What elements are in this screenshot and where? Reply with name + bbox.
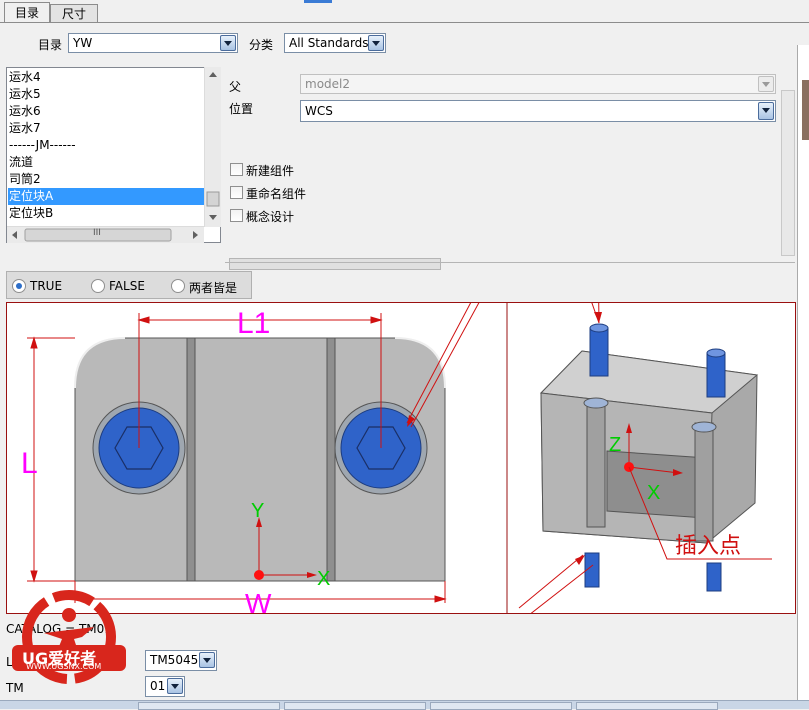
ls-select-value: TM5045 (150, 653, 199, 667)
tab-strip-divider (0, 22, 809, 23)
chevron-down-icon[interactable] (220, 35, 236, 51)
insert-point-label: 插入点 (675, 534, 741, 559)
axis-z-label: Z (609, 434, 621, 456)
dim-l1-label: L1 (237, 307, 270, 340)
settings-divider (225, 262, 795, 263)
scrollbar-arrows-icon (12, 228, 198, 242)
scrollbar-arrows-icon (206, 72, 220, 220)
radio-true[interactable] (12, 279, 26, 293)
position-select[interactable]: WCS (300, 100, 776, 122)
list-item-selected[interactable]: 定位块A (8, 188, 205, 205)
catalog-label: 目录 (38, 38, 63, 52)
chevron-down-icon[interactable] (368, 35, 384, 51)
position-label: 位置 (229, 102, 254, 116)
dim-l-label: L (21, 447, 38, 480)
rename-component-label: 重命名组件 (246, 187, 307, 201)
window-accent (304, 0, 332, 3)
front-view (74, 337, 446, 582)
list-item[interactable]: 司筒2 (9, 171, 41, 188)
taskbar-button[interactable] (284, 702, 426, 710)
iso-axis-x-label: X (647, 482, 660, 504)
catalog-select[interactable]: YW (68, 33, 238, 53)
position-select-value: WCS (305, 104, 333, 118)
radio-false-label: FALSE (109, 279, 145, 293)
category-select[interactable]: All Standards (284, 33, 386, 53)
list-item[interactable]: 流道 (9, 154, 33, 171)
list-item[interactable]: 运水5 (9, 86, 41, 103)
radio-true-label: TRUE (30, 279, 63, 293)
ugsnx-watermark-logo: UG爱好者 WWW.UGSNX.COM (8, 585, 130, 703)
catalog-select-value: YW (73, 36, 93, 50)
list-item[interactable]: 运水4 (9, 69, 41, 86)
watermark-url: WWW.UGSNX.COM (26, 662, 102, 671)
tab-dimensions[interactable]: 尺寸 (50, 4, 98, 23)
new-component-checkbox[interactable] (230, 163, 243, 176)
chevron-down-icon[interactable] (758, 102, 774, 120)
list-item[interactable]: 定位块B (9, 205, 53, 222)
concept-design-checkbox[interactable] (230, 209, 243, 222)
parent-select-value: model2 (305, 77, 350, 91)
list-vertical-scrollbar[interactable] (204, 67, 221, 227)
parent-select[interactable]: model2 (300, 74, 776, 94)
chevron-down-icon[interactable] (199, 652, 215, 668)
parent-label: 父 (229, 80, 242, 94)
radio-both-label: 两者皆是 (189, 281, 238, 295)
chevron-down-icon[interactable] (758, 76, 774, 92)
taskbar-button[interactable] (430, 702, 572, 710)
new-component-label: 新建组件 (246, 164, 295, 178)
ls-select[interactable]: TM5045 (145, 650, 217, 671)
category-label: 分类 (249, 38, 274, 52)
list-horizontal-scrollbar[interactable]: III (7, 226, 204, 243)
settings-scrollbar[interactable] (781, 90, 795, 256)
watermark-emblem-icon (12, 590, 126, 684)
dim-w-label: W (245, 588, 272, 613)
list-item[interactable]: 运水7 (9, 120, 41, 137)
avatar (802, 80, 809, 140)
preview-figure: L1 L W Y X Z X 插入点 (6, 177, 796, 619)
axis-y-label: Y (251, 500, 264, 522)
progress-frame (229, 258, 441, 270)
rename-component-checkbox[interactable] (230, 186, 243, 199)
scroll-grip: III (93, 228, 101, 238)
concept-design-label: 概念设计 (246, 210, 295, 224)
taskbar-button[interactable] (576, 702, 718, 710)
tm-select-value: 01 (150, 679, 166, 693)
tab-catalog[interactable]: 目录 (4, 2, 50, 23)
list-item[interactable]: ------JM------ (9, 137, 76, 154)
tm-select[interactable]: 01 (145, 676, 185, 697)
background-window-edge (797, 45, 809, 700)
category-select-value: All Standards (289, 36, 369, 50)
component-preview-drawing: L1 L W Y X Z X 插入点 (21, 177, 772, 619)
taskbar-button[interactable] (138, 702, 280, 710)
list-item[interactable]: 运水6 (9, 103, 41, 120)
radio-false[interactable] (91, 279, 105, 293)
radio-both[interactable] (171, 279, 185, 293)
component-list[interactable]: 运水4 运水5 运水6 运水7 ------JM------ 流道 司筒2 定位… (6, 67, 221, 243)
chevron-down-icon[interactable] (167, 678, 183, 694)
axis-x-label: X (317, 568, 330, 590)
